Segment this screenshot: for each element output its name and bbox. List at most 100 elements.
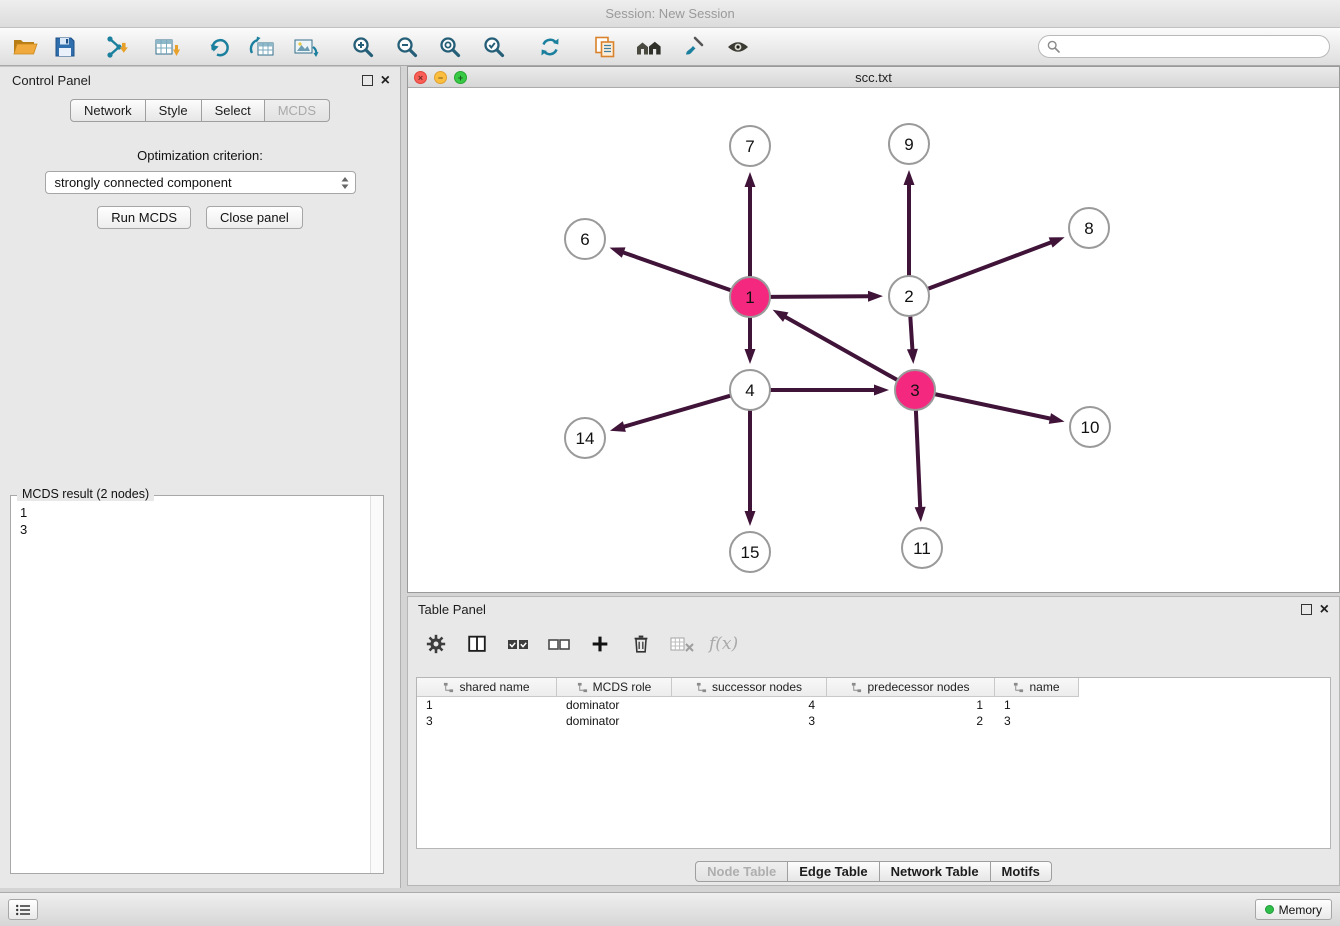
cell-shared-name[interactable]: 1 — [417, 697, 557, 713]
table-settings-button[interactable] — [422, 630, 450, 658]
graph-node-2[interactable]: 2 — [889, 276, 929, 316]
column-header-label: MCDS role — [593, 680, 652, 694]
cell-successor-nodes[interactable]: 4 — [672, 697, 827, 713]
column-header-mcds-role[interactable]: MCDS role — [557, 678, 672, 697]
close-window-icon[interactable]: × — [414, 71, 427, 84]
show-hide-graphics-button[interactable] — [723, 32, 753, 62]
graph-node-8[interactable]: 8 — [1069, 208, 1109, 248]
column-header-predecessor-nodes[interactable]: predecessor nodes — [827, 678, 995, 697]
tab-network[interactable]: Network — [70, 99, 146, 122]
table-row[interactable]: 3 dominator 3 2 3 — [417, 713, 1330, 729]
graph-node-15[interactable]: 15 — [730, 532, 770, 572]
cell-successor-nodes[interactable]: 3 — [672, 713, 827, 729]
graph-node-14[interactable]: 14 — [565, 418, 605, 458]
tab-motifs[interactable]: Motifs — [991, 861, 1052, 882]
graph-node-3[interactable]: 3 — [895, 370, 935, 410]
tab-select[interactable]: Select — [202, 99, 265, 122]
tab-style[interactable]: Style — [146, 99, 202, 122]
cell-predecessor-nodes[interactable]: 1 — [827, 697, 995, 713]
cell-mcds-role[interactable]: dominator — [557, 713, 672, 729]
column-header-name[interactable]: name — [995, 678, 1079, 697]
tab-network-table[interactable]: Network Table — [880, 861, 991, 882]
function-builder-button[interactable]: f(x) — [709, 630, 738, 658]
import-network-button[interactable] — [103, 32, 133, 62]
delete-table-button[interactable] — [668, 630, 696, 658]
graph-edge[interactable] — [928, 242, 1051, 288]
import-table-button[interactable] — [152, 32, 182, 62]
zoom-out-button[interactable] — [392, 32, 422, 62]
graph-edge[interactable] — [935, 394, 1050, 418]
delete-column-button[interactable] — [627, 630, 655, 658]
graph-node-9[interactable]: 9 — [889, 124, 929, 164]
column-header-shared-name[interactable]: shared name — [417, 678, 557, 697]
zoom-fit-button[interactable] — [435, 32, 465, 62]
search-input[interactable] — [1064, 40, 1321, 54]
checked-boxes-icon — [506, 633, 530, 655]
tab-node-table[interactable]: Node Table — [695, 861, 788, 882]
graph-edge[interactable] — [624, 253, 731, 291]
list-icon — [15, 903, 31, 917]
column-header-label: successor nodes — [712, 680, 802, 694]
refresh-layout-button[interactable] — [535, 32, 565, 62]
snapshot-button[interactable] — [590, 32, 620, 62]
graph-node-10[interactable]: 10 — [1070, 407, 1110, 447]
graph-edge-arrowhead — [868, 291, 883, 302]
graph-edge[interactable] — [624, 396, 730, 427]
zoom-selected-icon — [482, 35, 506, 59]
float-panel-icon[interactable] — [362, 75, 373, 86]
graph-edge[interactable] — [910, 316, 912, 349]
cell-mcds-role[interactable]: dominator — [557, 697, 672, 713]
fx-icon: f(x) — [709, 634, 738, 654]
cell-name[interactable]: 1 — [995, 697, 1079, 713]
cell-name[interactable]: 3 — [995, 713, 1079, 729]
graph-edge[interactable] — [916, 410, 920, 507]
minimize-window-icon[interactable]: − — [434, 71, 447, 84]
result-scrollbar-track[interactable] — [370, 496, 383, 873]
graph-node-1[interactable]: 1 — [730, 277, 770, 317]
export-image-button[interactable] — [291, 32, 321, 62]
home-layout-button[interactable] — [634, 32, 664, 62]
graph-edge[interactable] — [770, 296, 868, 297]
tab-edge-table[interactable]: Edge Table — [788, 861, 879, 882]
cell-shared-name[interactable]: 3 — [417, 713, 557, 729]
graph-node-4[interactable]: 4 — [730, 370, 770, 410]
float-table-panel-icon[interactable] — [1301, 604, 1312, 615]
traffic-lights: × − + — [414, 71, 467, 84]
select-all-button[interactable] — [504, 630, 532, 658]
close-table-panel-icon[interactable]: × — [1320, 604, 1329, 615]
graph-node-7[interactable]: 7 — [730, 126, 770, 166]
table-toolbar: f(x) — [422, 627, 738, 661]
mcds-result-item[interactable]: 3 — [20, 521, 370, 538]
deselect-all-button[interactable] — [545, 630, 573, 658]
column-header-successor-nodes[interactable]: successor nodes — [672, 678, 827, 697]
close-panel-icon[interactable]: × — [381, 75, 390, 86]
apply-style-button[interactable] — [678, 32, 708, 62]
mcds-result-item[interactable]: 1 — [20, 504, 370, 521]
maximize-window-icon[interactable]: + — [454, 71, 467, 84]
table-row[interactable]: 1 dominator 4 1 1 — [417, 697, 1330, 713]
new-network-button[interactable] — [204, 32, 234, 62]
close-panel-button[interactable]: Close panel — [206, 206, 303, 229]
cell-predecessor-nodes[interactable]: 2 — [827, 713, 995, 729]
graph-node-6[interactable]: 6 — [565, 219, 605, 259]
network-table-button[interactable] — [247, 32, 277, 62]
zoom-in-button[interactable] — [348, 32, 378, 62]
svg-text:4: 4 — [745, 381, 754, 400]
tab-mcds[interactable]: MCDS — [265, 99, 330, 122]
add-column-button[interactable] — [586, 630, 614, 658]
window-titlebar: Session: New Session — [0, 0, 1340, 28]
zoom-selected-button[interactable] — [479, 32, 509, 62]
save-session-button[interactable] — [50, 32, 80, 62]
task-history-button[interactable] — [8, 899, 38, 920]
graph-node-11[interactable]: 11 — [902, 528, 942, 568]
run-mcds-button[interactable]: Run MCDS — [97, 206, 191, 229]
open-session-button[interactable] — [10, 32, 40, 62]
graph-edge-arrowhead — [915, 507, 926, 522]
graph-edge[interactable] — [786, 317, 898, 380]
memory-button[interactable]: Memory — [1255, 899, 1332, 920]
mcds-result-list[interactable]: 1 3 — [11, 498, 370, 873]
criterion-dropdown[interactable]: strongly connected component — [45, 171, 356, 194]
show-columns-button[interactable] — [463, 630, 491, 658]
network-canvas[interactable]: 1 2 3 4 6 7 8 9 10 11 14 15 — [408, 88, 1339, 592]
criterion-value: strongly connected component — [55, 175, 337, 190]
